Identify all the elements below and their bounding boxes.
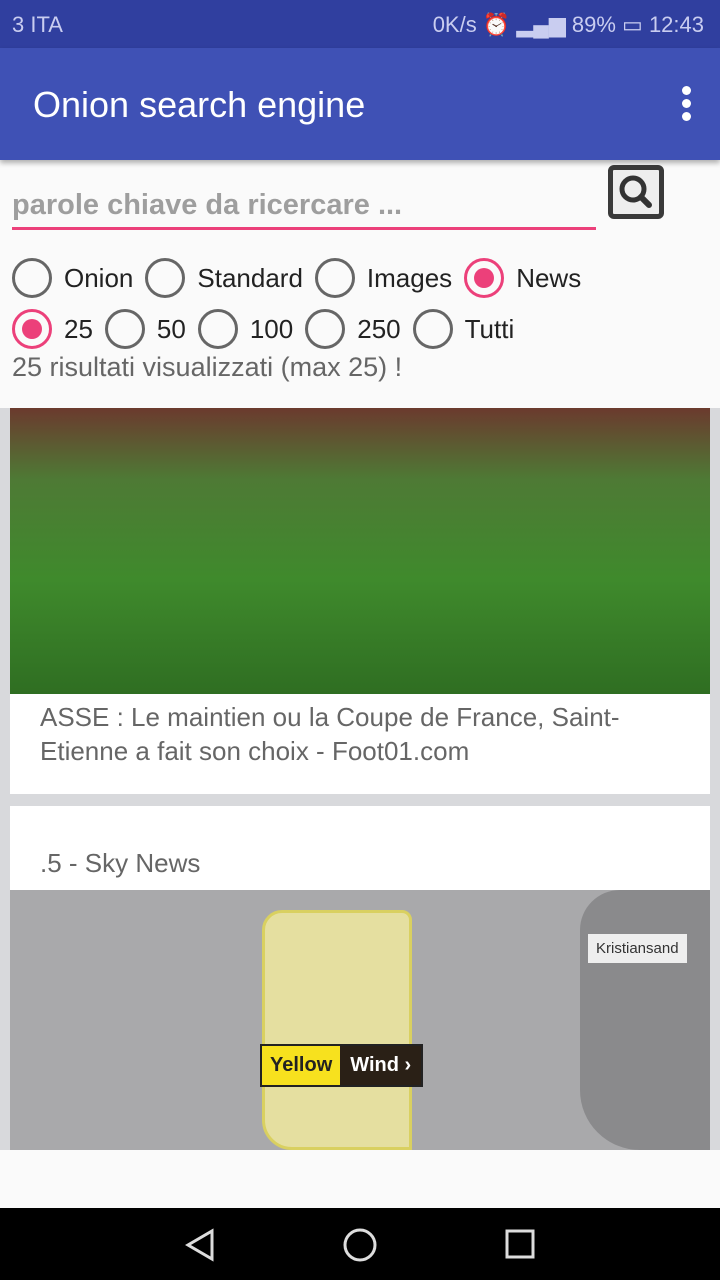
weather-warning-badge: Yellow Wind › xyxy=(260,1044,424,1087)
result-caption: ASSE : Le maintien ou la Coupe de France… xyxy=(40,702,620,766)
radio-images[interactable]: Images xyxy=(314,258,452,298)
search-type-group: Onion Standard Images News xyxy=(12,258,593,298)
radio-standard[interactable]: Standard xyxy=(145,258,303,298)
clock: 12:43 xyxy=(648,12,704,37)
radio-250[interactable]: 250 xyxy=(305,309,401,349)
result-image xyxy=(10,408,710,694)
back-icon[interactable] xyxy=(184,1228,216,1262)
radio-onion[interactable]: Onion xyxy=(12,258,133,298)
net-speed: 0K/s xyxy=(432,12,477,37)
app-bar: Onion search engine xyxy=(0,48,720,160)
recents-icon[interactable] xyxy=(504,1228,536,1260)
map-label: Kristiansand xyxy=(588,934,687,963)
result-card[interactable]: ASSE : Le maintien ou la Coupe de France… xyxy=(10,408,710,794)
status-bar: 3 ITA 0K/s ⏰ ▂▄▆ 89% ▭ 12:43 xyxy=(0,0,720,48)
result-caption: .5 - Sky News xyxy=(40,848,201,878)
battery: 89% xyxy=(571,12,616,37)
radio-50[interactable]: 50 xyxy=(104,309,186,349)
result-image: Kristiansand Yellow Wind › xyxy=(10,890,710,1150)
navigation-bar xyxy=(0,1208,720,1280)
result-count-text: 25 risultati visualizzati (max 25) ! xyxy=(12,352,403,382)
results-list[interactable]: ASSE : Le maintien ou la Coupe de France… xyxy=(0,408,720,1150)
carrier: 3 ITA xyxy=(12,12,63,37)
more-vert-icon[interactable] xyxy=(680,86,692,122)
radio-100[interactable]: 100 xyxy=(197,309,293,349)
radio-25[interactable]: 25 xyxy=(12,309,93,349)
result-count-group: 25 50 100 250 Tutti xyxy=(12,309,526,349)
search-input[interactable] xyxy=(12,184,596,230)
radio-news[interactable]: News xyxy=(464,258,581,298)
radio-tutti[interactable]: Tutti xyxy=(412,309,514,349)
search-button[interactable] xyxy=(608,165,664,219)
result-card[interactable]: .5 - Sky News Kristiansand Yellow Wind › xyxy=(10,806,710,1150)
search-icon xyxy=(619,175,652,208)
home-icon[interactable] xyxy=(342,1227,378,1263)
app-title: Onion search engine xyxy=(33,84,366,125)
